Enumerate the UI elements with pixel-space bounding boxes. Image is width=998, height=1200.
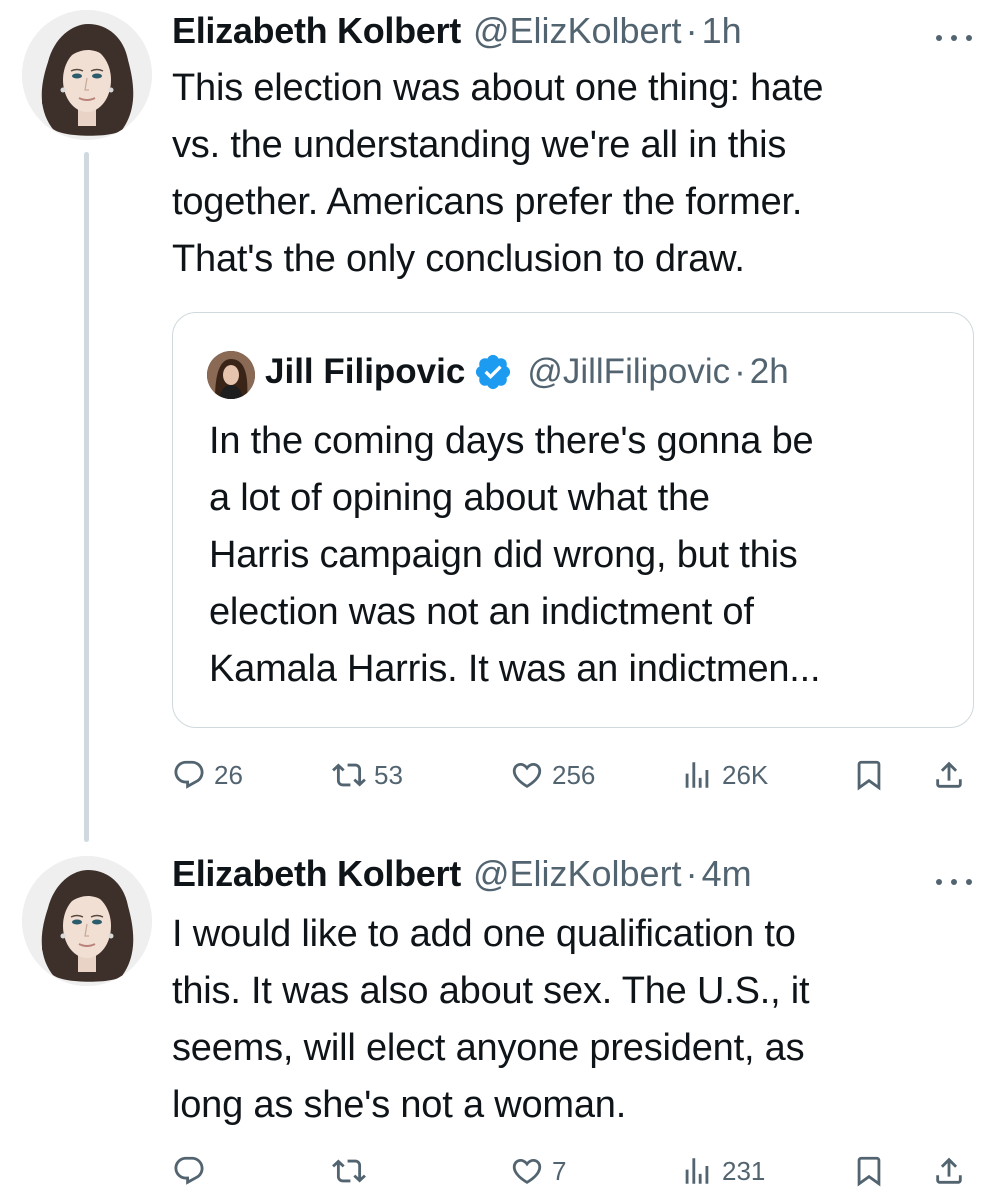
thread-line: [84, 152, 89, 842]
bookmark-button[interactable]: [852, 1146, 886, 1196]
quoted-tweet[interactable]: Jill Filipovic @JillFilipovic · 2h In th…: [172, 312, 974, 728]
action-bar: 26 53 256 26K: [172, 750, 982, 800]
illustrated-woman-avatar-icon: [22, 856, 152, 986]
user-handle[interactable]: @JillFilipovic: [527, 347, 730, 397]
display-name[interactable]: Elizabeth Kolbert: [172, 6, 461, 56]
reply-icon: [174, 760, 204, 789]
user-handle[interactable]: @ElizKolbert: [473, 849, 682, 899]
separator: ·: [685, 10, 698, 51]
bookmark-icon: [857, 760, 881, 791]
like-count: 7: [552, 1155, 567, 1186]
retweet-icon: [332, 1159, 366, 1183]
avatar: [207, 351, 255, 399]
bookmark-icon: [857, 1156, 881, 1187]
retweet-count: 53: [374, 759, 403, 790]
action-bar: 7 231: [172, 1146, 982, 1196]
timestamp[interactable]: 1h: [702, 6, 742, 56]
views-button[interactable]: 231: [680, 1146, 765, 1196]
like-button[interactable]: 256: [510, 750, 595, 800]
like-icon: [512, 1158, 542, 1184]
more-icon[interactable]: [936, 28, 972, 48]
photo-woman-avatar-icon: [207, 351, 255, 399]
separator: ·: [685, 853, 698, 894]
views-button[interactable]: 26K: [680, 750, 768, 800]
like-icon: [512, 762, 542, 788]
share-button[interactable]: [932, 750, 966, 800]
tweet[interactable]: Elizabeth Kolbert @ElizKolbert · 4m I wo…: [0, 830, 998, 1200]
retweet-button[interactable]: [332, 1146, 374, 1196]
display-name[interactable]: Jill Filipovic: [265, 347, 465, 397]
reply-button[interactable]: 26: [172, 750, 243, 800]
share-button[interactable]: [932, 1146, 966, 1196]
tweet-text: This election was about one thing: hate …: [172, 67, 824, 280]
tweet-header: Elizabeth Kolbert @ElizKolbert · 1h: [172, 6, 742, 56]
timestamp[interactable]: 4m: [702, 849, 752, 899]
separator: ·: [734, 352, 746, 391]
reply-icon: [174, 1156, 204, 1185]
like-button[interactable]: 7: [510, 1146, 566, 1196]
tweet-text: I would like to add one qualification to…: [172, 913, 810, 1126]
user-handle[interactable]: @ElizKolbert: [473, 6, 682, 56]
views-icon: [685, 762, 709, 788]
quoted-tweet-text: In the coming days there's gonna be a lo…: [209, 420, 821, 690]
tweet[interactable]: Elizabeth Kolbert @ElizKolbert · 1h This…: [0, 0, 998, 842]
avatar[interactable]: [22, 10, 152, 140]
retweet-icon: [332, 763, 366, 787]
retweet-button[interactable]: 53: [332, 750, 403, 800]
tweet-header: Elizabeth Kolbert @ElizKolbert · 4m: [172, 849, 752, 899]
verified-badge-icon: [473, 352, 513, 392]
display-name[interactable]: Elizabeth Kolbert: [172, 849, 461, 899]
more-icon[interactable]: [936, 872, 972, 892]
avatar[interactable]: [22, 856, 152, 986]
illustrated-woman-avatar-icon: [22, 10, 152, 140]
bookmark-button[interactable]: [852, 750, 886, 800]
like-count: 256: [552, 759, 596, 790]
view-count: 231: [722, 1155, 766, 1186]
reply-count: 26: [214, 759, 243, 790]
view-count: 26K: [722, 759, 769, 790]
views-icon: [685, 1158, 709, 1184]
timestamp[interactable]: 2h: [750, 347, 789, 397]
share-icon: [936, 761, 962, 788]
quote-header: Jill Filipovic @JillFilipovic · 2h: [265, 347, 789, 397]
share-icon: [936, 1157, 962, 1184]
reply-button[interactable]: [172, 1146, 214, 1196]
